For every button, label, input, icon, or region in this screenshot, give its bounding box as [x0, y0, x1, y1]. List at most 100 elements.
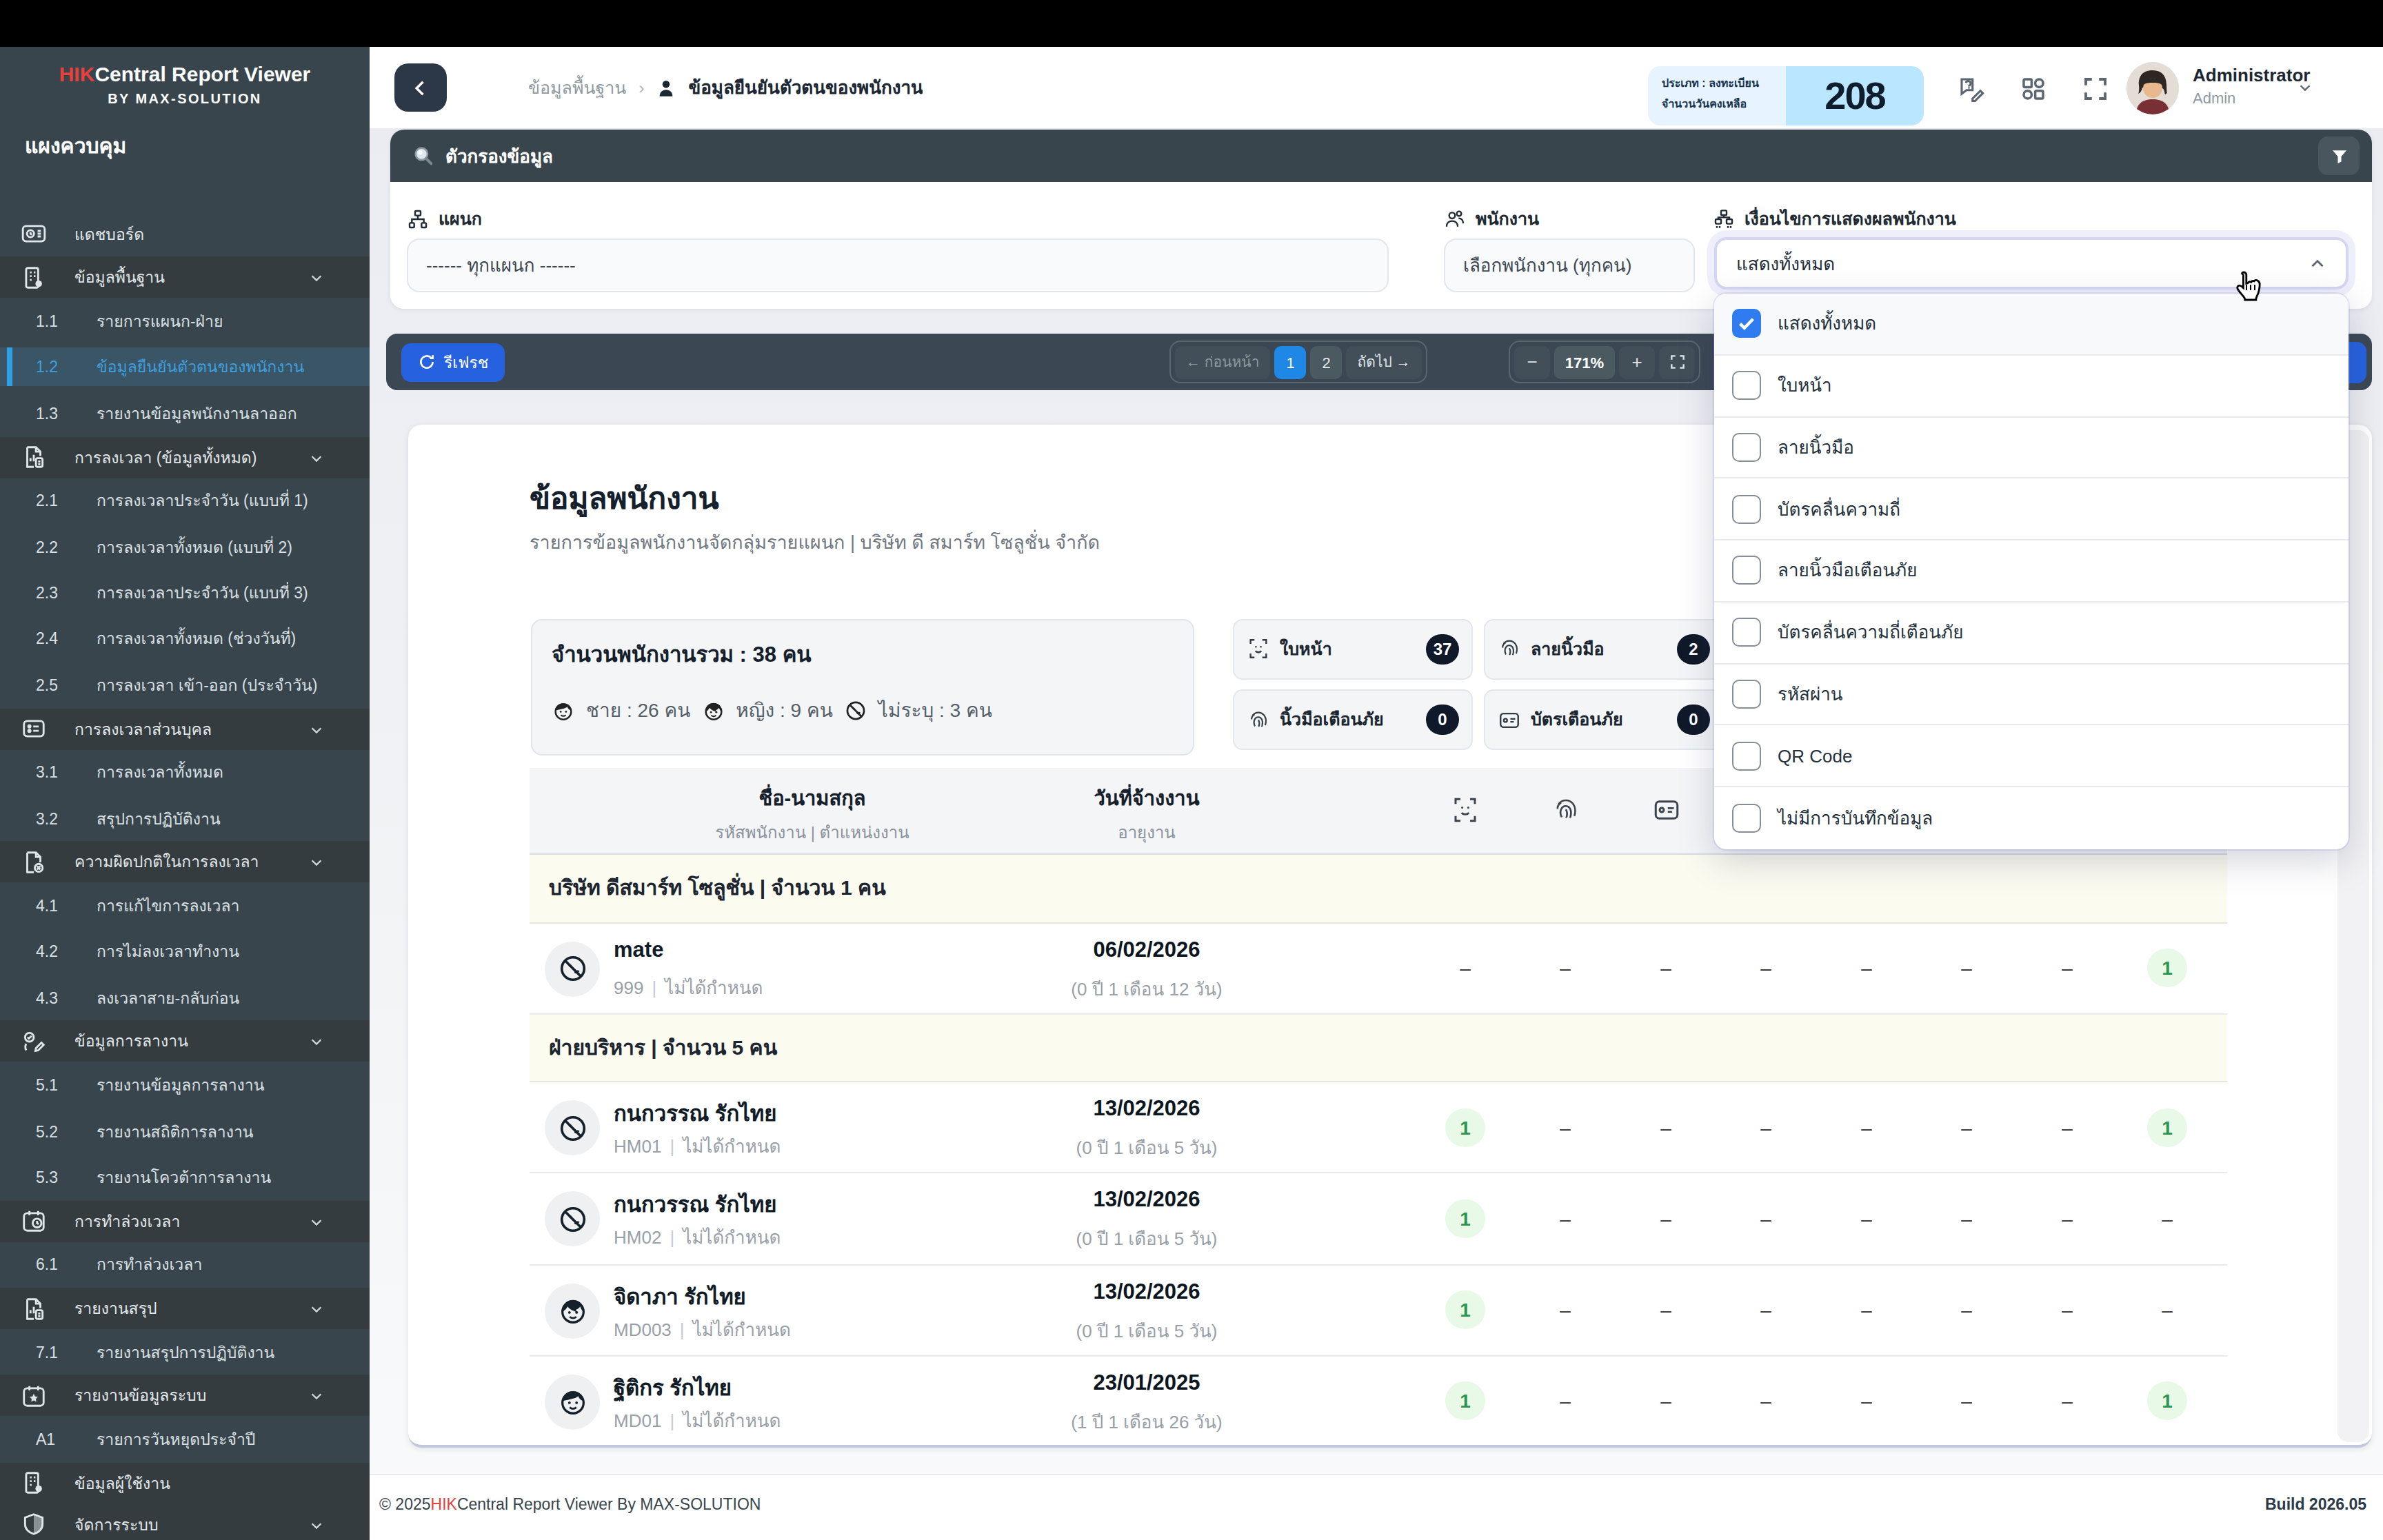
- table-row-999[interactable]: mate 999|ไม่ได้กำหนด 06/02/2026 (0 ปี 1 …: [530, 923, 2227, 1014]
- dropdown-option-4[interactable]: ลายนิ้วมือเตือนภัย: [1714, 540, 2349, 602]
- dropdown-option-8[interactable]: ไม่มีการบันทึกข้อมูล: [1714, 787, 2349, 849]
- cell: 1: [1435, 1357, 1496, 1446]
- sidebar-item-28[interactable]: ข้อมูลผู้ใช้งาน: [0, 1463, 370, 1504]
- report-subtitle: รายการข้อมูลพนักงานจัดกลุ่มรายแผนก | บริ…: [530, 527, 1100, 557]
- sidebar-item-4.1[interactable]: 4.1การแก้ไขการลงเวลา: [0, 883, 370, 929]
- filter-field-department-label: แผนก: [407, 207, 1389, 230]
- sidebar-item-2.3[interactable]: 2.3การลงเวลาประจำวัน (แบบที่ 3): [0, 570, 370, 616]
- column-header-date: วันที่จ้างงาน อายุงาน: [1012, 767, 1281, 844]
- sidebar-item-5.3[interactable]: 5.3รายงานโควต้าการลางาน: [0, 1155, 370, 1201]
- sidebar-item-2.1[interactable]: 2.1การลงเวลาประจำวัน (แบบที่ 1): [0, 478, 370, 524]
- table-row-HM02[interactable]: กนกวรรณ รักไทย HM02|ไม่ได้กำหนด 13/02/20…: [530, 1174, 2227, 1265]
- sidebar-item-1.3[interactable]: 1.3รายงานข้อมูลพนักงานลาออก: [0, 390, 370, 436]
- dropdown-option-3[interactable]: บัตรคลื่นความถี่: [1714, 479, 2349, 541]
- refresh-button[interactable]: รีเฟรช: [401, 343, 505, 381]
- sidebar-item-1.1[interactable]: 1.1รายการแผนก-ฝ่าย: [0, 298, 370, 345]
- zoom-level[interactable]: 171%: [1554, 345, 1615, 378]
- fingerprint-icon: [1247, 708, 1270, 731]
- sidebar-item-6.1[interactable]: 6.1การทำล่วงเวลา: [0, 1242, 370, 1288]
- checkbox[interactable]: [1732, 433, 1761, 462]
- employee-select[interactable]: เลือกพนักงาน (ทุกคน): [1444, 239, 1695, 292]
- sitemap-icon: [407, 207, 429, 230]
- doc-x-icon: [21, 849, 47, 875]
- sidebar-item-14[interactable]: ความผิดปกติในการลงเวลา: [0, 842, 370, 883]
- fullscreen-icon[interactable]: [2081, 74, 2110, 103]
- sidebar-item-2.5[interactable]: 2.5การลงเวลา เข้า-ออก (ประจำวัน): [0, 662, 370, 708]
- checkbox[interactable]: [1732, 618, 1761, 647]
- prev-page-button[interactable]: ← ก่อนหน้า: [1175, 345, 1271, 378]
- mouse-cursor: [2231, 269, 2264, 307]
- filter-collapse-button[interactable]: [2318, 136, 2360, 175]
- checkbox[interactable]: [1732, 371, 1761, 400]
- sidebar-item-5.1[interactable]: 5.1รายงานข้อมูลการลางาน: [0, 1062, 370, 1108]
- sidebar-item-26[interactable]: รายงานข้อมูลระบบ: [0, 1375, 370, 1417]
- summary-unspecified: ไม่ระบุ : 3 คน: [878, 695, 992, 725]
- checkbox-checked[interactable]: [1732, 310, 1761, 338]
- hire-date: 13/02/2026: [1012, 1188, 1281, 1213]
- sidebar-item-11[interactable]: การลงเวลาส่วนบุคล: [0, 708, 370, 749]
- sidebar-item-5.2[interactable]: 5.2รายงานสถิติการลางาน: [0, 1108, 370, 1155]
- dropdown-option-7[interactable]: QR Code: [1714, 726, 2349, 788]
- face-scan-icon: [1247, 637, 1270, 660]
- next-page-button[interactable]: ถัดไป →: [1347, 345, 1422, 378]
- page-button-2[interactable]: 2: [1311, 345, 1343, 378]
- quota-badge-value: 208: [1786, 66, 1924, 125]
- sidebar-item-2.2[interactable]: 2.2การลงเวลาทั้งหมด (แบบที่ 2): [0, 524, 370, 570]
- breadcrumb-current: ข้อมูลยืนยันตัวตนของพนักงาน: [688, 73, 923, 102]
- avatar[interactable]: [2126, 62, 2179, 114]
- apps-grid-icon[interactable]: [2019, 74, 2048, 103]
- table-row-MD01[interactable]: ฐิติกร รักไทย MD01|ไม่ได้กำหนด 23/01/202…: [530, 1357, 2227, 1448]
- checkbox[interactable]: [1732, 680, 1761, 709]
- cell: –: [1936, 923, 1997, 1013]
- pagination: ← ก่อนหน้า 1 2 ถัดไป →: [1169, 341, 1427, 383]
- chevron-down-icon: [309, 450, 324, 465]
- dropdown-option-2[interactable]: ลายนิ้วมือ: [1714, 417, 2349, 479]
- dropdown-option-6[interactable]: รหัสผ่าน: [1714, 664, 2349, 726]
- user-menu-chevron-icon[interactable]: [2297, 80, 2313, 95]
- sidebar-item-1.2[interactable]: 1.2ข้อมูลยืนยันตัวตนของพนักงาน: [0, 345, 370, 391]
- sidebar-item-3.1[interactable]: 3.1การลงเวลาทั้งหมด: [0, 749, 370, 796]
- employee-code: 999|ไม่ได้กำหนด: [614, 973, 763, 1002]
- sidebar-item-A1[interactable]: A1รายการวันหยุดประจำปี: [0, 1417, 370, 1463]
- brand-title: HIKCentral Report Viewer: [0, 62, 370, 85]
- breadcrumb-parent[interactable]: ข้อมูลพื้นฐาน: [528, 74, 626, 101]
- sidebar-item-0[interactable]: แดชบอร์ด: [0, 211, 370, 257]
- checkbox[interactable]: [1732, 804, 1761, 833]
- table-row-MD003[interactable]: จิดาภา รักไทย MD003|ไม่ได้กำหนด 13/02/20…: [530, 1265, 2227, 1356]
- card-icon: [1498, 708, 1521, 731]
- checkbox[interactable]: [1732, 556, 1761, 585]
- sidebar-item-29[interactable]: จัดการระบบ: [0, 1504, 370, 1540]
- cell: –: [1535, 923, 1596, 1013]
- cell: –: [1936, 1082, 1997, 1172]
- sidebar-item-2.4[interactable]: 2.4การลงเวลาทั้งหมด (ช่วงวันที่): [0, 616, 370, 662]
- sidebar-item-3.2[interactable]: 3.2สรุปการปฏิบัติงาน: [0, 796, 370, 842]
- zoom-out-button[interactable]: −: [1514, 345, 1550, 378]
- help-edit-icon[interactable]: [1957, 74, 1986, 103]
- dropdown-option-1[interactable]: ใบหน้า: [1714, 356, 2349, 418]
- employee-name: กนกวรรณ รักไทย: [614, 1096, 776, 1131]
- checkbox[interactable]: [1732, 494, 1761, 523]
- toolbar-fullscreen-button[interactable]: [1659, 345, 1695, 378]
- card-column-icon: [1651, 795, 1680, 824]
- quota-badge[interactable]: ประเภท : ลงทะเบียน จำนวนวันคงเหลือ 208: [1648, 66, 1924, 125]
- sidebar-item-24[interactable]: รายงานสรุป: [0, 1288, 370, 1329]
- table-row-HM01[interactable]: กนกวรรณ รักไทย HM01|ไม่ได้กำหนด 13/02/20…: [530, 1082, 2227, 1173]
- back-button[interactable]: [394, 63, 447, 112]
- summary-total: จำนวนพนักงานรวม : 38 คน: [552, 637, 1193, 671]
- department-select[interactable]: ------ ทุกแผนก ------: [407, 239, 1389, 292]
- cell: –: [2137, 1265, 2198, 1355]
- dropdown-option-5[interactable]: บัตรคลื่นความถี่เตือนภัย: [1714, 602, 2349, 665]
- sidebar-item-22[interactable]: การทำล่วงเวลา: [0, 1200, 370, 1242]
- sidebar-item-18[interactable]: ข้อมูลการลางาน: [0, 1021, 370, 1062]
- sidebar-item-7.1[interactable]: 7.1รายงานสรุปการปฏิบัติงาน: [0, 1329, 370, 1375]
- sidebar-item-1[interactable]: ข้อมูลพื้นฐาน: [0, 257, 370, 298]
- chevron-down-icon: [309, 1035, 324, 1050]
- page-button-1[interactable]: 1: [1275, 345, 1307, 378]
- sidebar-item-4.2[interactable]: 4.2การไม่ลงเวลาทำงาน: [0, 929, 370, 975]
- hire-date: 13/02/2026: [1012, 1279, 1281, 1304]
- checkbox[interactable]: [1732, 741, 1761, 770]
- list-icon: [21, 716, 47, 742]
- sidebar-item-4.3[interactable]: 4.3ลงเวลาสาย-กลับก่อน: [0, 975, 370, 1021]
- zoom-in-button[interactable]: +: [1619, 345, 1655, 378]
- sidebar-item-5[interactable]: การลงเวลา (ข้อมูลทั้งหมด): [0, 436, 370, 478]
